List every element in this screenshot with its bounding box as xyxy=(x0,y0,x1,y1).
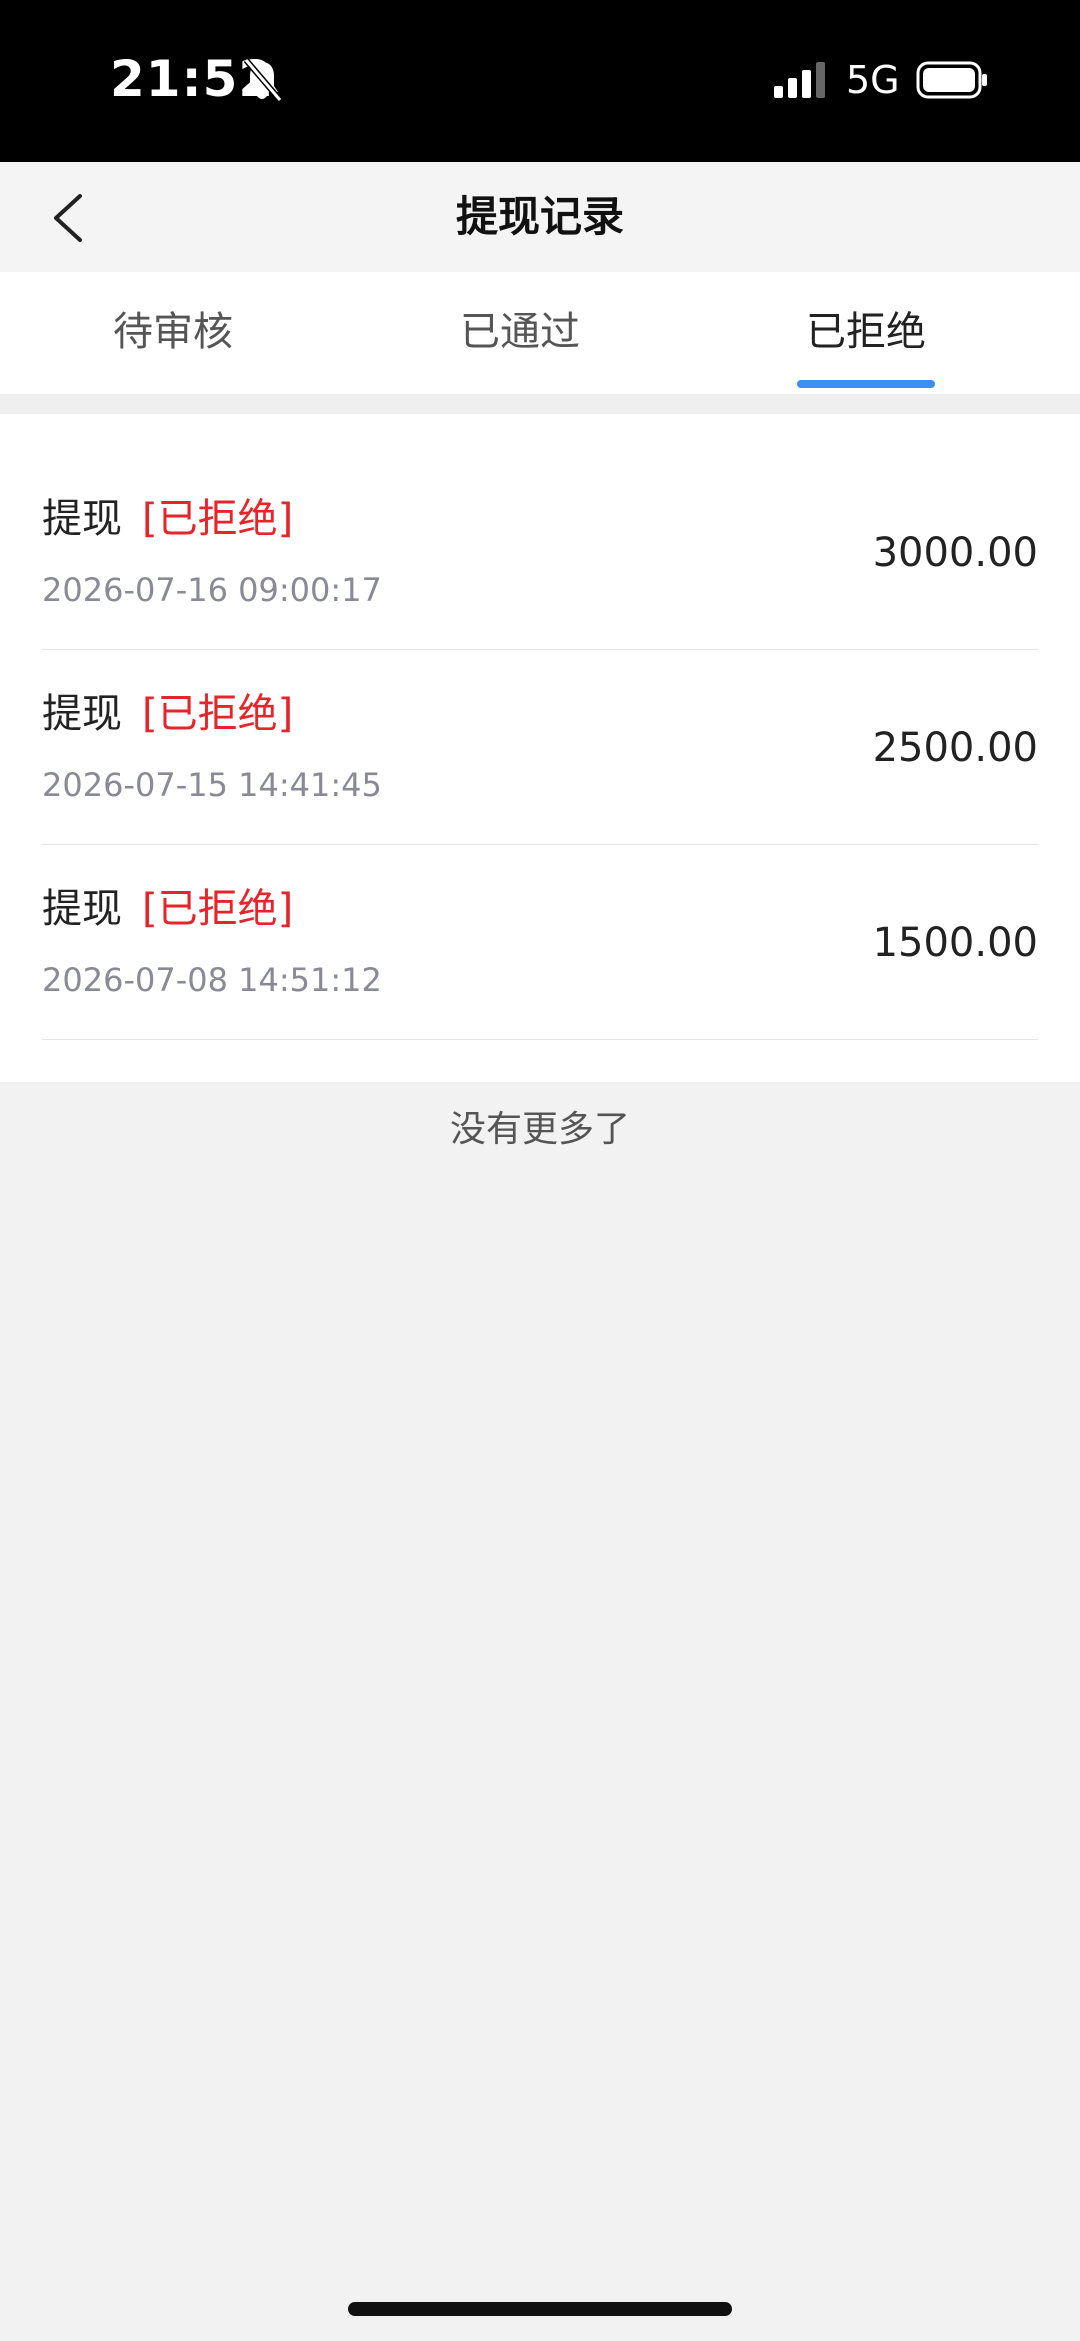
home-indicator[interactable] xyxy=(348,2302,732,2316)
record-time: 2026-07-08 14:51:12 xyxy=(42,961,382,999)
status-badge: [已拒绝] xyxy=(142,886,294,932)
tab-rejected[interactable]: 已拒绝 xyxy=(716,272,1016,394)
record-type: 提现 xyxy=(42,496,122,542)
record-amount: 1500.00 xyxy=(872,920,1038,966)
record-type: 提现 xyxy=(42,886,122,932)
no-more-text: 没有更多了 xyxy=(449,1109,630,1150)
tab-approved[interactable]: 已通过 xyxy=(370,272,670,394)
active-tab-indicator xyxy=(797,380,935,388)
record-time: 2026-07-15 14:41:45 xyxy=(42,766,382,804)
record-type: 提现 xyxy=(42,691,122,737)
status-badge: [已拒绝] xyxy=(142,496,294,542)
tab-bar: 待审核 已通过 已拒绝 xyxy=(0,272,1080,394)
bell-muted-icon xyxy=(243,58,283,102)
record-amount: 3000.00 xyxy=(872,530,1038,576)
status-badge: [已拒绝] xyxy=(142,691,294,737)
list-item[interactable]: 提现 [已拒绝] 2026-07-15 14:41:45 2500.00 xyxy=(42,649,1038,845)
list-item[interactable]: 提现 [已拒绝] 2026-07-08 14:51:12 1500.00 xyxy=(42,844,1038,1040)
tab-pending[interactable]: 待审核 xyxy=(23,272,323,394)
network-label: 5G xyxy=(846,58,900,102)
record-time: 2026-07-16 09:00:17 xyxy=(42,571,382,609)
nav-bar: 提现记录 xyxy=(0,162,1080,272)
back-button[interactable] xyxy=(28,178,108,258)
battery-icon xyxy=(916,61,987,99)
section-divider xyxy=(0,394,1080,414)
signal-icon xyxy=(774,62,825,98)
page-title: 提现记录 xyxy=(455,192,624,241)
chevron-left-icon xyxy=(54,194,82,242)
status-bar: 21:52 5G xyxy=(0,0,1080,162)
list-item[interactable]: 提现 [已拒绝] 2026-07-16 09:00:17 3000.00 xyxy=(42,454,1038,650)
record-list: 提现 [已拒绝] 2026-07-16 09:00:17 3000.00 提现 … xyxy=(0,414,1080,1082)
record-amount: 2500.00 xyxy=(872,725,1038,771)
